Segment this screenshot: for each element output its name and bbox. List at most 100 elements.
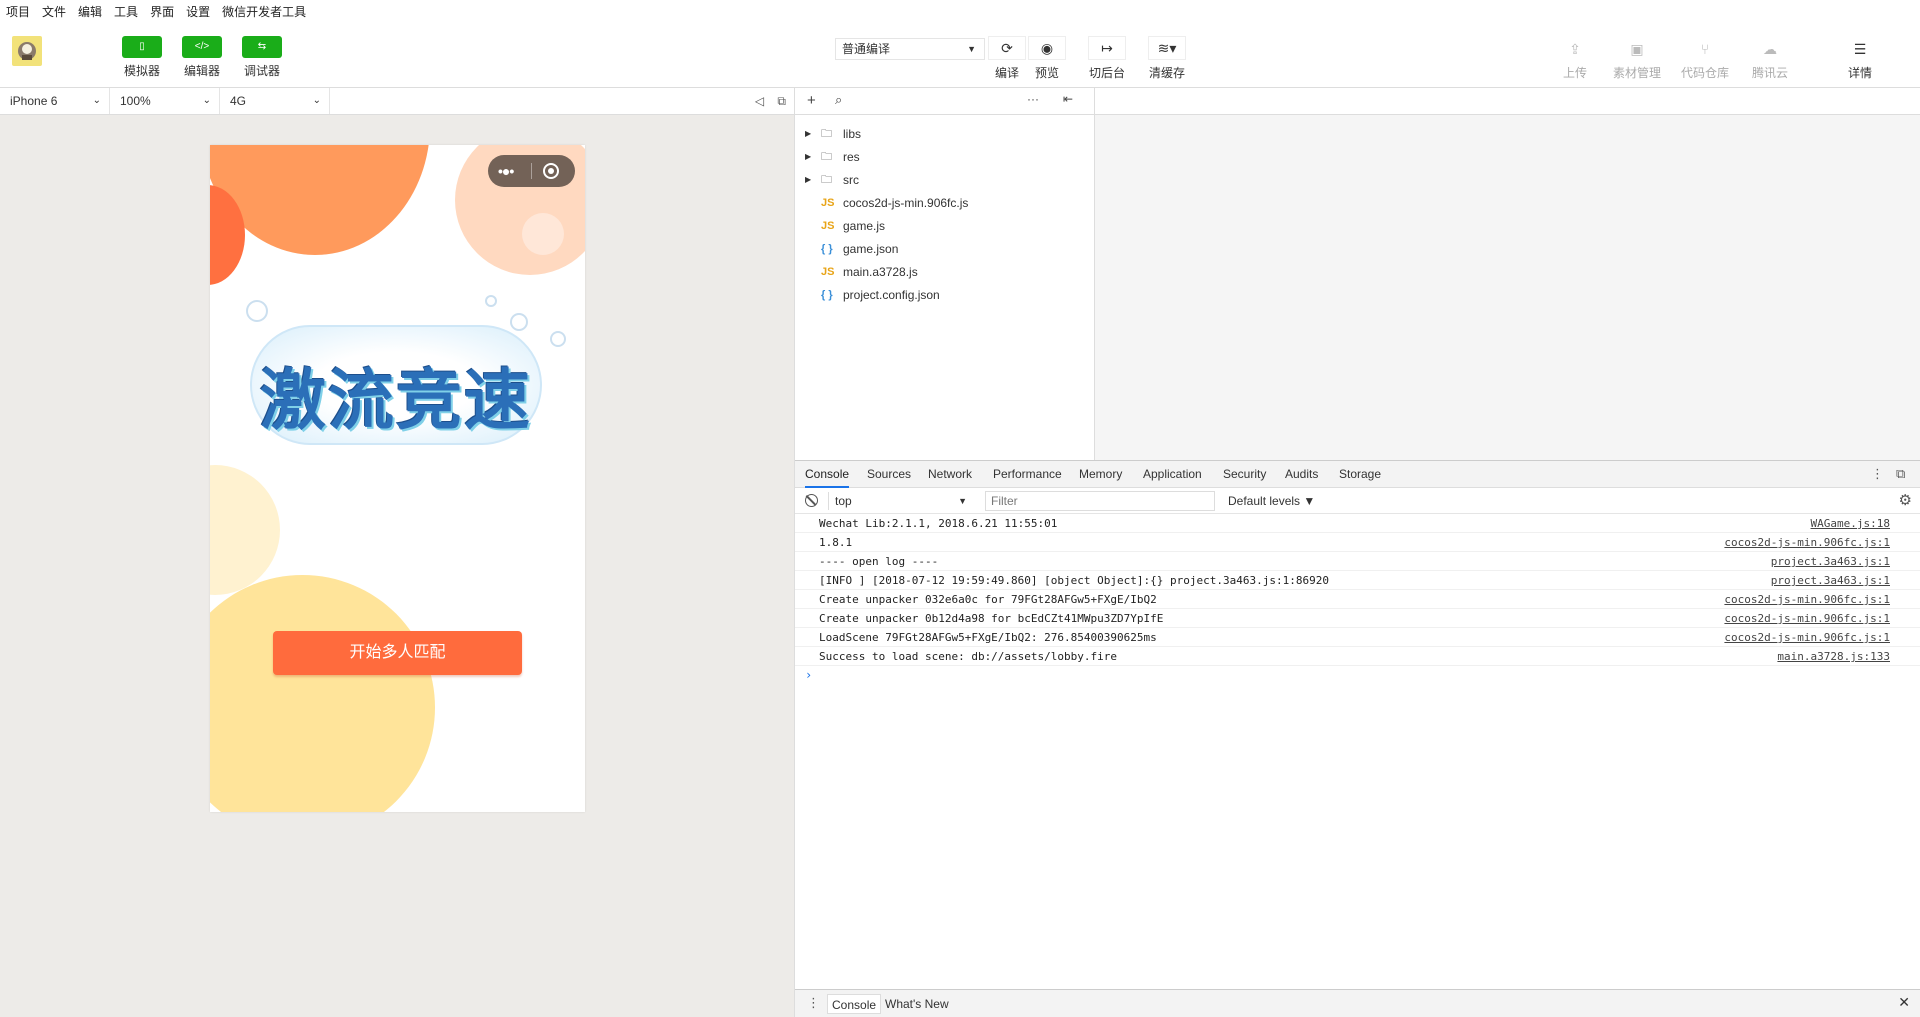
tab-security[interactable]: Security <box>1223 461 1266 488</box>
menu-item-project[interactable]: 项目 <box>6 3 30 20</box>
drawer-tab-console[interactable]: Console <box>827 994 882 1014</box>
log-message: [INFO ] [2018-07-12 19:59:49.860] [objec… <box>819 574 1329 587</box>
context-select[interactable]: top ▼ <box>828 492 973 510</box>
tab-performance[interactable]: Performance <box>993 461 1062 488</box>
simulator-toggle-button[interactable]: ▯ 模拟器 <box>117 36 167 79</box>
upload-button[interactable]: ⇪ 上传 <box>1545 38 1605 81</box>
repo-button[interactable]: ⑂ 代码仓库 <box>1675 38 1735 81</box>
tab-application[interactable]: Application <box>1143 461 1202 488</box>
filter-input[interactable]: Filter <box>985 491 1215 511</box>
clear-cache-button[interactable]: ≋▾ 清缓存 <box>1145 36 1189 81</box>
compile-label: 编译 <box>994 66 1019 80</box>
phone-icon: ▯ <box>122 36 162 58</box>
log-message: Success to load scene: db://assets/lobby… <box>819 650 1118 663</box>
drawer-menu-icon[interactable]: ⋮ <box>807 995 820 1011</box>
log-message: Wechat Lib:2.1.1, 2018.6.21 11:55:01 <box>819 517 1058 530</box>
tab-memory[interactable]: Memory <box>1079 461 1122 488</box>
avatar-image <box>18 42 36 60</box>
tree-item-folder[interactable]: ▶ 🗀 res <box>795 146 1095 168</box>
tree-item-folder[interactable]: ▶ 🗀 libs <box>795 123 1095 145</box>
network-select[interactable]: 4G ⌄ <box>220 88 330 114</box>
backend-button[interactable]: ↦ 切后台 <box>1085 36 1129 81</box>
log-source-link[interactable]: cocos2d-js-min.906fc.js:1 <box>1724 609 1890 628</box>
folder-icon: 🗀 <box>821 151 832 163</box>
compile-button[interactable]: ⟳ 编译 <box>985 36 1029 81</box>
zoom-select[interactable]: 100% ⌄ <box>110 88 220 114</box>
menu-item-settings[interactable]: 设置 <box>186 3 210 20</box>
detail-button[interactable]: ☰ 详情 <box>1830 38 1890 81</box>
compile-mode-select[interactable]: 普通编译 ▼ <box>835 38 985 60</box>
zoom-value: 100% <box>120 94 151 108</box>
tab-storage[interactable]: Storage <box>1339 461 1381 488</box>
device-select[interactable]: iPhone 6 ⌄ <box>0 88 110 114</box>
editor-toggle-button[interactable]: </> 编辑器 <box>177 36 227 79</box>
log-levels-select[interactable]: Default levels ▼ <box>1228 492 1315 510</box>
dock-side-icon[interactable]: ⧉ <box>1896 466 1905 482</box>
game-logo: 激流竞速 <box>250 325 542 445</box>
menu-item-devtools[interactable]: 微信开发者工具 <box>222 3 306 20</box>
log-source-link[interactable]: main.a3728.js:133 <box>1777 647 1890 666</box>
log-source-link[interactable]: project.3a463.js:1 <box>1771 571 1890 590</box>
console-log-line: LoadScene 79FGt28AFGw5+FXgE/IbQ2: 276.85… <box>795 628 1920 647</box>
close-miniprogram-icon[interactable] <box>543 163 559 179</box>
speaker-icon[interactable]: ◁ <box>755 94 764 108</box>
eye-icon: ◉ <box>1028 36 1066 60</box>
bubble <box>550 331 566 347</box>
menu-bar: 项目 文件 编辑 工具 界面 设置 微信开发者工具 <box>0 0 1920 22</box>
drawer-tab-whats-new[interactable]: What's New <box>881 994 953 1014</box>
layers-icon: ≋▾ <box>1148 36 1186 60</box>
menu-item-edit[interactable]: 编辑 <box>78 3 102 20</box>
preview-button[interactable]: ◉ 预览 <box>1025 36 1069 81</box>
caret-down-icon: ▼ <box>1303 494 1316 508</box>
tab-audits[interactable]: Audits <box>1285 461 1318 488</box>
tree-item-file[interactable]: JS main.a3728.js <box>795 261 1095 283</box>
assets-button[interactable]: ▣ 素材管理 <box>1607 38 1667 81</box>
tab-sources[interactable]: Sources <box>867 461 911 488</box>
log-source-link[interactable]: cocos2d-js-min.906fc.js:1 <box>1724 533 1890 552</box>
close-icon[interactable]: ✕ <box>1898 994 1910 1011</box>
tree-item-folder[interactable]: ▶ 🗀 src <box>795 169 1095 191</box>
gear-icon[interactable]: ⚙ <box>1899 491 1912 509</box>
collapse-panel-icon[interactable]: ⇤ <box>1063 92 1073 106</box>
switch-backend-icon: ↦ <box>1088 36 1126 60</box>
detach-window-icon[interactable]: ⧉ <box>777 94 786 108</box>
debugger-toggle-button[interactable]: ⇆ 调试器 <box>237 36 287 79</box>
tree-item-file[interactable]: JS game.js <box>795 215 1095 237</box>
folder-icon: 🗀 <box>821 174 832 186</box>
menu-item-tools[interactable]: 工具 <box>114 3 138 20</box>
add-icon[interactable]: + <box>807 92 816 109</box>
log-source-link[interactable]: WAGame.js:18 <box>1811 514 1890 533</box>
editor-label: 编辑器 <box>183 64 220 78</box>
log-source-link[interactable]: cocos2d-js-min.906fc.js:1 <box>1724 590 1890 609</box>
cloud-button[interactable]: ☁ 腾讯云 <box>1740 38 1800 81</box>
start-match-button[interactable]: 开始多人匹配 <box>273 631 522 675</box>
console-prompt[interactable]: › <box>795 666 1920 684</box>
simulator-panel: 激流竞速 开始多人匹配 •●• <box>0 115 795 1017</box>
more-icon[interactable]: •●• <box>498 163 514 179</box>
more-icon[interactable]: ··· <box>1027 92 1039 106</box>
tree-item-file[interactable]: { } project.config.json <box>795 284 1095 306</box>
menu-item-view[interactable]: 界面 <box>150 3 174 20</box>
more-options-icon[interactable]: ⋮ <box>1871 466 1884 482</box>
decor-circle <box>522 213 564 255</box>
detail-label: 详情 <box>1847 66 1872 80</box>
bubble <box>246 300 268 322</box>
file-name: src <box>843 173 859 187</box>
console-log-line: Success to load scene: db://assets/lobby… <box>795 647 1920 666</box>
phone-screen[interactable]: 激流竞速 开始多人匹配 •●• <box>210 145 585 812</box>
clear-console-icon[interactable] <box>805 494 818 507</box>
simulator-actions: ◁ ⧉ <box>745 94 786 109</box>
backend-label: 切后台 <box>1088 66 1125 80</box>
log-source-link[interactable]: project.3a463.js:1 <box>1771 552 1890 571</box>
tree-item-file[interactable]: JS cocos2d-js-min.906fc.js <box>795 192 1095 214</box>
tree-item-file[interactable]: { } game.json <box>795 238 1095 260</box>
menu-item-file[interactable]: 文件 <box>42 3 66 20</box>
search-icon[interactable]: ⌕ <box>835 92 842 108</box>
cloud-icon: ☁ <box>1763 41 1777 57</box>
tab-console[interactable]: Console <box>805 461 850 488</box>
tab-network[interactable]: Network <box>928 461 972 488</box>
editor-area[interactable] <box>1095 115 1920 460</box>
log-source-link[interactable]: cocos2d-js-min.906fc.js:1 <box>1724 628 1890 647</box>
decor-circle <box>210 465 280 595</box>
avatar[interactable] <box>12 36 42 66</box>
